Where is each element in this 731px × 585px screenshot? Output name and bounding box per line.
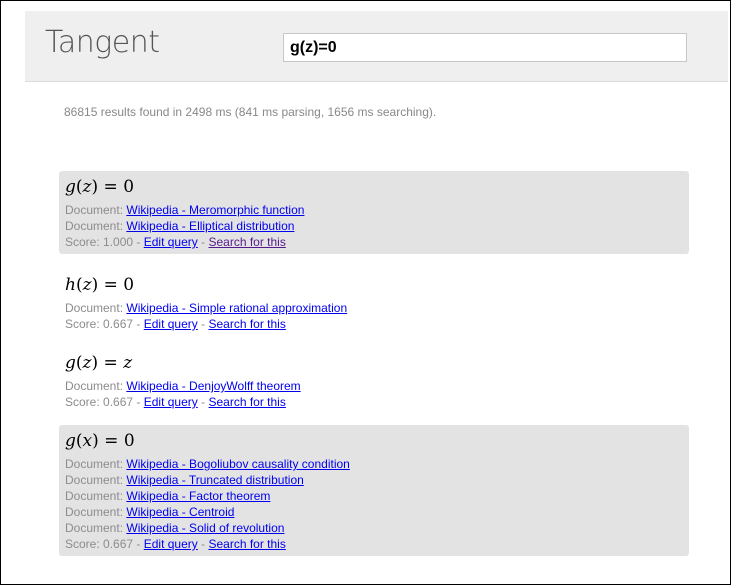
- separator: -: [136, 317, 141, 331]
- document-line: Document: Wikipedia - Simple rational ap…: [65, 300, 689, 316]
- score-value: 1.000: [103, 235, 134, 249]
- search-for-this-link[interactable]: Search for this: [208, 537, 285, 551]
- result-formula: g(x) = 0: [65, 431, 135, 451]
- score-value: 0.667: [103, 537, 134, 551]
- score-label: Score:: [65, 317, 100, 331]
- separator: -: [201, 317, 206, 331]
- document-line: Document: Wikipedia - Elliptical distrib…: [65, 218, 689, 234]
- document-link[interactable]: Wikipedia - DenjoyWolff theorem: [126, 379, 300, 393]
- document-label: Document:: [65, 203, 124, 217]
- score-label: Score:: [65, 395, 100, 409]
- edit-query-link[interactable]: Edit query: [144, 317, 198, 331]
- score-line: Score: 0.667 - Edit query - Search for t…: [65, 316, 689, 332]
- document-link[interactable]: Wikipedia - Simple rational approximatio…: [126, 301, 347, 315]
- result-formula: g(z) = 0: [65, 177, 135, 197]
- separator: -: [136, 537, 141, 551]
- search-input[interactable]: [283, 33, 687, 62]
- edit-query-link[interactable]: Edit query: [144, 395, 198, 409]
- document-link[interactable]: Wikipedia - Truncated distribution: [126, 473, 303, 487]
- separator: -: [201, 537, 206, 551]
- header-bar: Tangent: [25, 11, 728, 82]
- result-item: g(x) = 0 Document: Wikipedia - Bogoliubo…: [59, 425, 689, 556]
- search-for-this-link[interactable]: Search for this: [208, 317, 285, 331]
- search-for-this-link[interactable]: Search for this: [208, 395, 285, 409]
- score-line: Score: 1.000 - Edit query - Search for t…: [65, 234, 689, 250]
- browser-viewport: Tangent 86815 results found in 2498 ms (…: [0, 0, 731, 585]
- document-line: Document: Wikipedia - Bogoliubov causali…: [65, 456, 689, 472]
- separator: -: [136, 395, 141, 409]
- document-label: Document:: [65, 521, 124, 535]
- document-link[interactable]: Wikipedia - Centroid: [126, 505, 234, 519]
- document-label: Document:: [65, 473, 124, 487]
- document-link[interactable]: Wikipedia - Elliptical distribution: [126, 219, 294, 233]
- document-line: Document: Wikipedia - Solid of revolutio…: [65, 520, 689, 536]
- app-logo[interactable]: Tangent: [45, 25, 160, 60]
- score-label: Score:: [65, 537, 100, 551]
- document-line: Document: Wikipedia - Meromorphic functi…: [65, 202, 689, 218]
- separator: -: [201, 235, 206, 249]
- edit-query-link[interactable]: Edit query: [144, 235, 198, 249]
- results-summary: 86815 results found in 2498 ms (841 ms p…: [64, 105, 437, 119]
- result-formula: h(z) = 0: [65, 275, 135, 295]
- result-item: g(z) = 0 Document: Wikipedia - Meromorph…: [59, 171, 689, 254]
- score-value: 0.667: [103, 317, 134, 331]
- score-line: Score: 0.667 - Edit query - Search for t…: [65, 536, 689, 552]
- document-link[interactable]: Wikipedia - Factor theorem: [126, 489, 270, 503]
- separator: -: [201, 395, 206, 409]
- document-line: Document: Wikipedia - DenjoyWolff theore…: [65, 378, 689, 394]
- document-label: Document:: [65, 301, 124, 315]
- document-line: Document: Wikipedia - Factor theorem: [65, 488, 689, 504]
- edit-query-link[interactable]: Edit query: [144, 537, 198, 551]
- document-line: Document: Wikipedia - Truncated distribu…: [65, 472, 689, 488]
- search-for-this-link[interactable]: Search for this: [208, 235, 285, 249]
- separator: -: [136, 235, 141, 249]
- document-label: Document:: [65, 457, 124, 471]
- document-label: Document:: [65, 505, 124, 519]
- score-label: Score:: [65, 235, 100, 249]
- score-line: Score: 0.667 - Edit query - Search for t…: [65, 394, 689, 410]
- document-label: Document:: [65, 219, 124, 233]
- document-link[interactable]: Wikipedia - Bogoliubov causality conditi…: [126, 457, 349, 471]
- document-link[interactable]: Wikipedia - Meromorphic function: [126, 203, 304, 217]
- document-label: Document:: [65, 379, 124, 393]
- result-item: g(z) = z Document: Wikipedia - DenjoyWol…: [59, 347, 689, 414]
- document-line: Document: Wikipedia - Centroid: [65, 504, 689, 520]
- result-item: h(z) = 0 Document: Wikipedia - Simple ra…: [59, 269, 689, 336]
- result-formula: g(z) = z: [65, 353, 133, 373]
- document-link[interactable]: Wikipedia - Solid of revolution: [126, 521, 284, 535]
- document-label: Document:: [65, 489, 124, 503]
- score-value: 0.667: [103, 395, 134, 409]
